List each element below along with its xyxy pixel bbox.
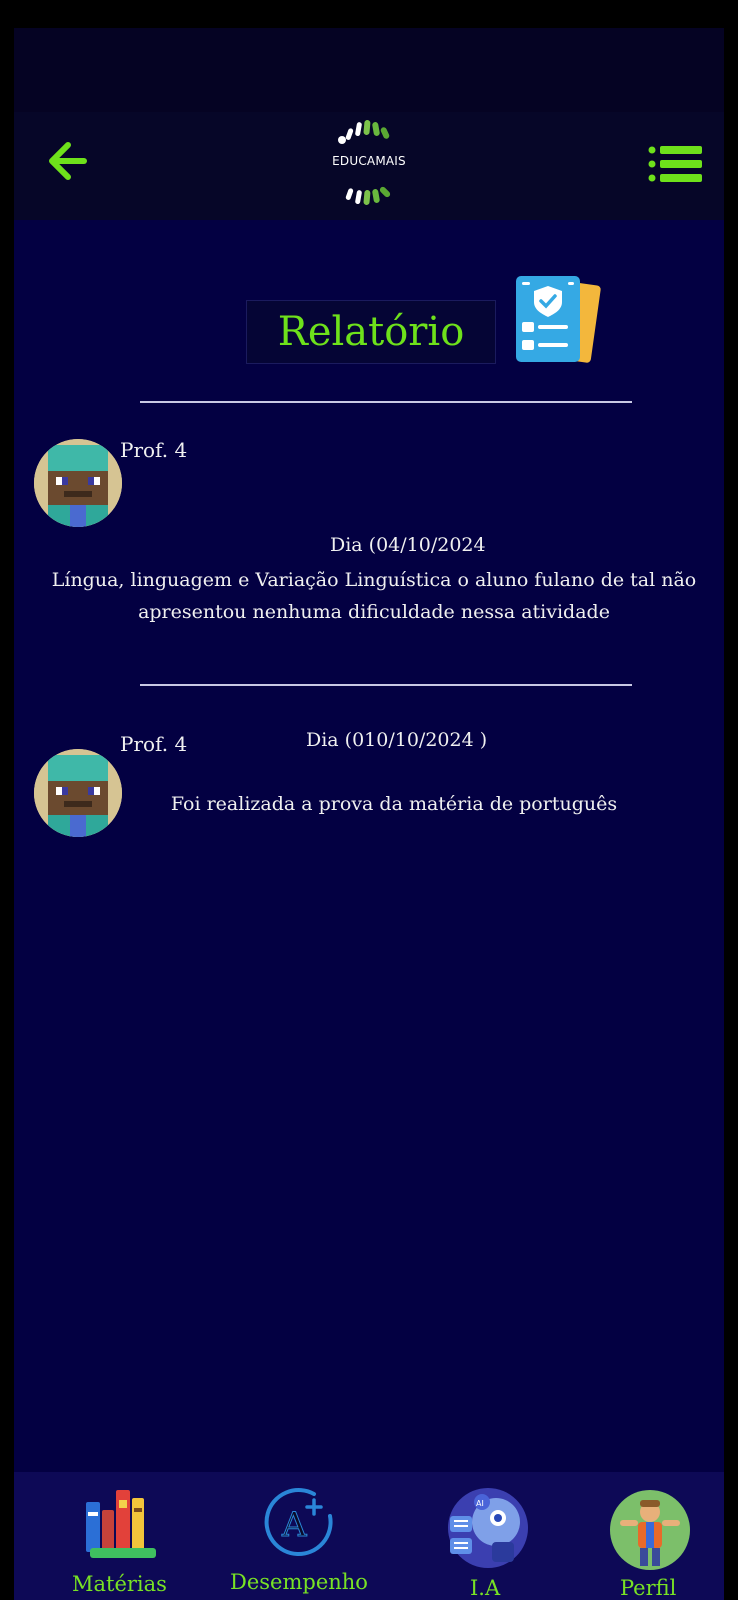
nav-label: Matérias: [72, 1572, 167, 1596]
nav-label: I.A: [470, 1576, 501, 1600]
divider: [140, 684, 632, 686]
report-clipboard-icon: [510, 274, 602, 366]
nav-materias[interactable]: Matérias: [64, 1472, 174, 1600]
nav-label: Desempenho: [230, 1570, 368, 1594]
bottom-navigation: Matérias A Desempenho AI I.A Perfil: [14, 1472, 724, 1600]
svg-text:AI: AI: [476, 1499, 484, 1508]
entry-author: Prof. 4: [120, 438, 188, 462]
svg-text:A: A: [281, 1505, 307, 1545]
entry-text: Foi realizada a prova da matéria de port…: [170, 793, 618, 815]
arrow-left-icon: [49, 142, 87, 180]
back-button[interactable]: [44, 138, 90, 184]
logo-text: EDUCAMAIS: [332, 154, 406, 168]
divider: [140, 401, 632, 403]
nav-desempenho[interactable]: A Desempenho: [224, 1472, 374, 1600]
nav-ia[interactable]: AI I.A: [434, 1472, 534, 1600]
nav-label: Perfil: [620, 1576, 677, 1600]
entry-author: Prof. 4: [120, 732, 188, 756]
nav-perfil[interactable]: Perfil: [604, 1472, 704, 1600]
books-icon: [86, 1490, 156, 1558]
entry-date: Dia (010/10/2024 ): [306, 729, 488, 751]
page-title: Relatório: [277, 309, 465, 355]
entry-text: Língua, linguagem e Variação Linguística…: [51, 569, 697, 623]
educamais-logo: EDUCAMAIS: [314, 114, 424, 218]
avatar: [34, 439, 122, 527]
status-bar: [14, 28, 724, 112]
menu-button[interactable]: [648, 144, 702, 184]
app-header: EDUCAMAIS: [14, 112, 724, 220]
list-menu-icon: [648, 146, 702, 182]
avatar: [34, 749, 122, 837]
app-screen: EDUCAMAIS Relatório Prof. 4 Dia (04/10/2…: [14, 28, 724, 1600]
entry-date: Dia (04/10/2024: [330, 534, 486, 556]
grade-a-plus-icon: A: [264, 1488, 333, 1557]
report-content: Relatório Prof. 4 Dia (04/10/2024 Língua…: [14, 220, 724, 1500]
robot-ai-icon: AI: [448, 1488, 528, 1568]
page-title-box: Relatório: [246, 300, 496, 364]
user-character-icon: [610, 1490, 690, 1570]
